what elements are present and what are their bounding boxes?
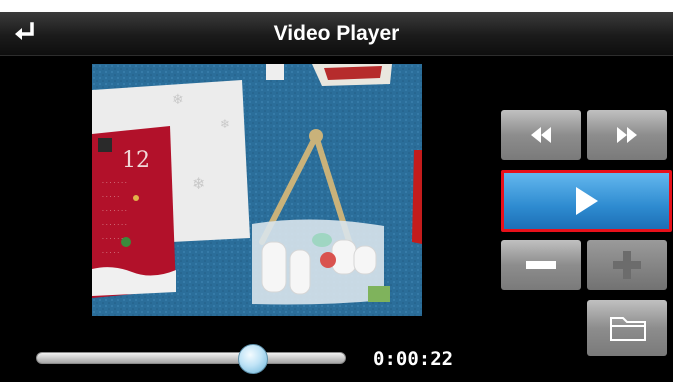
volume-down-button[interactable]: [501, 240, 581, 290]
open-folder-button[interactable]: [587, 300, 667, 356]
page-title: Video Player: [273, 22, 400, 45]
folder-icon: [610, 317, 646, 341]
progress-bar[interactable]: [36, 352, 346, 364]
svg-text:❄: ❄: [192, 174, 205, 193]
video-frame-image: ❄ ❄ ❄ 12 · · · · · · · · · · · · · · · ·…: [92, 64, 422, 316]
progress-slider-handle[interactable]: [238, 344, 268, 374]
play-button[interactable]: [501, 170, 672, 232]
video-player-app: Video Player ❄ ❄ ❄ 12 · · · · · · · · · …: [0, 0, 673, 382]
svg-text:· · · · · · ·: · · · · · · ·: [102, 222, 127, 229]
svg-text:❄: ❄: [172, 92, 184, 108]
calendar-day: 12: [122, 148, 150, 173]
back-button[interactable]: [12, 20, 52, 48]
rewind-button[interactable]: [501, 110, 581, 160]
back-arrow-icon: [15, 22, 34, 40]
svg-text:· · · · ·: · · · · ·: [102, 194, 119, 201]
plus-icon: [613, 251, 641, 279]
svg-text:· · · · · · ·: · · · · · · ·: [102, 208, 127, 215]
fast-forward-button[interactable]: [587, 110, 667, 160]
volume-up-button[interactable]: [587, 240, 667, 290]
top-edge: [0, 0, 673, 12]
svg-text:· · · · ·: · · · · ·: [102, 250, 119, 257]
play-icon: [576, 187, 598, 215]
svg-text:· · · · · · ·: · · · · · · ·: [102, 180, 127, 187]
elapsed-time: 0:00:22: [373, 348, 454, 370]
video-frame: ❄ ❄ ❄ 12 · · · · · · · · · · · · · · · ·…: [92, 64, 422, 316]
fast-forward-icon: [617, 127, 637, 143]
header-bar: Video Player: [0, 12, 673, 56]
svg-text:❄: ❄: [220, 117, 230, 131]
rewind-icon: [531, 127, 551, 143]
video-viewport[interactable]: ❄ ❄ ❄ 12 · · · · · · · · · · · · · · · ·…: [32, 64, 482, 316]
minus-icon: [526, 261, 556, 269]
